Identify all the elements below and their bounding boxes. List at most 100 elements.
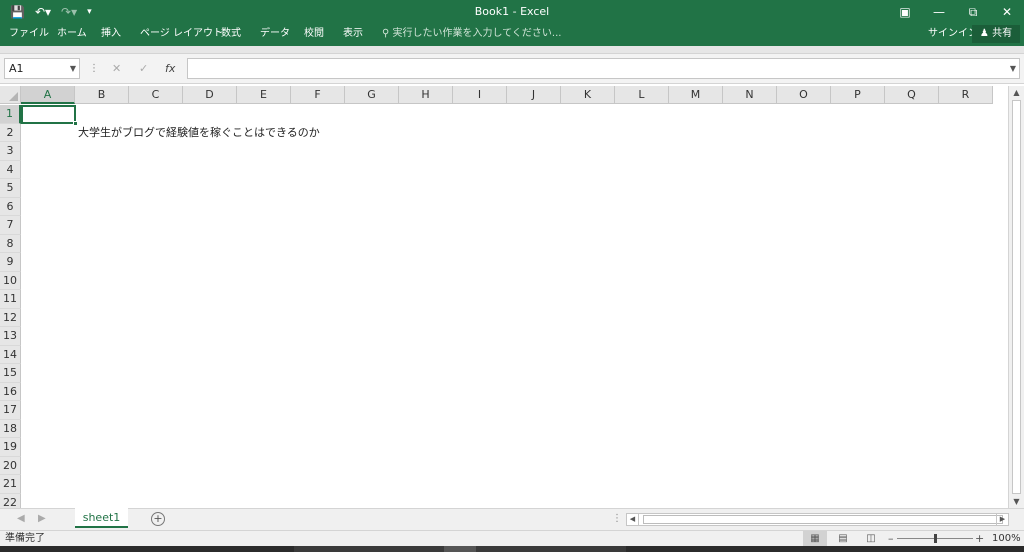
tab-review[interactable]: 校閲 <box>304 24 324 46</box>
active-cell[interactable] <box>21 105 78 126</box>
column-header-n[interactable]: N <box>723 86 777 104</box>
row-header-9[interactable]: 9 <box>0 253 21 272</box>
sheet-tab-sheet1[interactable]: sheet1 <box>75 508 128 528</box>
tab-home[interactable]: ホーム <box>57 24 87 46</box>
row-header-3[interactable]: 3 <box>0 142 21 161</box>
column-header-k[interactable]: K <box>561 86 615 104</box>
customize-qat-icon[interactable]: ▾ <box>87 3 92 21</box>
zoom-in-icon[interactable]: + <box>975 531 984 546</box>
row-header-19[interactable]: 19 <box>0 438 21 457</box>
restore-icon[interactable]: ⧉ <box>956 0 990 24</box>
ribbon-display-icon[interactable]: ▣ <box>888 0 922 24</box>
prev-sheet-icon[interactable]: ◀ <box>17 509 25 529</box>
zoom-level[interactable]: 100% <box>992 531 1021 546</box>
scroll-left-icon[interactable]: ◀ <box>627 514 639 525</box>
row-header-1[interactable]: 1 <box>0 105 21 124</box>
scroll-right-icon[interactable]: ▶ <box>996 514 1008 525</box>
tab-file[interactable]: ファイル <box>9 24 49 46</box>
tab-page-layout[interactable]: ページ レイアウト <box>140 24 223 46</box>
scroll-down-icon[interactable]: ▼ <box>1009 497 1024 506</box>
tab-formulas[interactable]: 数式 <box>221 24 241 46</box>
row-header-4[interactable]: 4 <box>0 160 21 179</box>
vertical-scroll-thumb[interactable] <box>1012 100 1021 494</box>
cell-b2[interactable]: 大学生がブログで経験値を稼ぐことはできるのか <box>78 124 320 142</box>
next-sheet-icon[interactable]: ▶ <box>38 509 46 529</box>
row-header-2[interactable]: 2 <box>0 123 21 142</box>
column-header-q[interactable]: Q <box>885 86 939 104</box>
row-header-5[interactable]: 5 <box>0 179 21 198</box>
row-header-15[interactable]: 15 <box>0 364 21 383</box>
row-header-6[interactable]: 6 <box>0 197 21 216</box>
column-header-l[interactable]: L <box>615 86 669 104</box>
name-box[interactable]: A1 ▼ <box>4 58 80 79</box>
column-header-j[interactable]: J <box>507 86 561 104</box>
row-header-7[interactable]: 7 <box>0 216 21 235</box>
minimize-icon[interactable]: — <box>922 0 956 24</box>
zoom-slider-thumb[interactable] <box>934 534 937 543</box>
row-header-20[interactable]: 20 <box>0 456 21 475</box>
normal-view-icon[interactable]: ▦ <box>803 531 827 546</box>
formula-input[interactable]: ▼ <box>187 58 1020 79</box>
taskbar-strip <box>0 546 1024 552</box>
select-all-button[interactable] <box>0 86 21 104</box>
scroll-up-icon[interactable]: ▲ <box>1009 88 1024 97</box>
share-button[interactable]: ♟ 共有 <box>972 25 1020 43</box>
tell-me-placeholder: 実行したい作業を入力してください... <box>392 28 562 39</box>
row-header-8[interactable]: 8 <box>0 234 21 253</box>
row-header-10[interactable]: 10 <box>0 271 21 290</box>
tab-insert[interactable]: 挿入 <box>101 24 121 46</box>
status-text: 準備完了 <box>5 533 45 544</box>
column-header-p[interactable]: P <box>831 86 885 104</box>
quick-access-toolbar: 💾 ↶▾ ↷▾ ▾ <box>10 3 92 21</box>
row-header-16[interactable]: 16 <box>0 382 21 401</box>
column-header-c[interactable]: C <box>129 86 183 104</box>
column-header-h[interactable]: H <box>399 86 453 104</box>
close-icon[interactable]: ✕ <box>990 0 1024 24</box>
sheet-tab-bar: ◀ ▶ sheet1 + ⋮ ◀ ▶ <box>0 508 1024 530</box>
fill-handle[interactable] <box>73 121 78 126</box>
insert-function-icon[interactable]: fx <box>165 59 175 78</box>
horizontal-scroll-thumb[interactable] <box>643 515 1003 524</box>
expand-formula-icon[interactable]: ▼ <box>1010 59 1016 78</box>
column-header-e[interactable]: E <box>237 86 291 104</box>
cancel-icon[interactable]: ✕ <box>112 59 121 78</box>
name-box-value: A1 <box>9 62 24 75</box>
column-header-b[interactable]: B <box>75 86 129 104</box>
tab-view[interactable]: 表示 <box>343 24 363 46</box>
tab-data[interactable]: データ <box>260 24 290 46</box>
row-header-21[interactable]: 21 <box>0 475 21 494</box>
horizontal-scrollbar[interactable]: ◀ ▶ <box>626 513 1009 526</box>
column-header-d[interactable]: D <box>183 86 237 104</box>
row-header-14[interactable]: 14 <box>0 345 21 364</box>
undo-icon[interactable]: ↶▾ <box>35 3 51 21</box>
column-header-m[interactable]: M <box>669 86 723 104</box>
row-header-17[interactable]: 17 <box>0 401 21 420</box>
row-header-22[interactable]: 22 <box>0 493 21 508</box>
person-icon: ♟ <box>979 28 989 39</box>
vertical-scrollbar[interactable]: ▲ ▼ <box>1008 86 1024 508</box>
row-header-12[interactable]: 12 <box>0 308 21 327</box>
column-header-a[interactable]: A <box>21 86 75 104</box>
page-break-view-icon[interactable]: ◫ <box>859 531 883 546</box>
tab-splitter-icon[interactable]: ⋮ <box>612 509 622 529</box>
worksheet-grid[interactable]: ABCDEFGHIJKLMNOPQR 1 2 3 4 5 6 7 8 9 10 11 12 13 14 15… <box>0 86 1024 508</box>
save-icon[interactable]: 💾 <box>10 3 25 21</box>
column-header-i[interactable]: I <box>453 86 507 104</box>
column-header-r[interactable]: R <box>939 86 993 104</box>
enter-icon[interactable]: ✓ <box>139 59 148 78</box>
redo-icon[interactable]: ↷▾ <box>61 3 77 21</box>
zoom-out-icon[interactable]: – <box>888 531 894 546</box>
add-sheet-icon[interactable]: + <box>151 512 165 526</box>
splitter-icon[interactable]: ⋮ <box>89 59 99 78</box>
ribbon-tabs: ファイル ホーム 挿入 ページ レイアウト 数式 データ 校閲 表示 ⚲ 実行し… <box>0 24 1024 46</box>
column-header-o[interactable]: O <box>777 86 831 104</box>
row-header-13[interactable]: 13 <box>0 327 21 346</box>
signin-link[interactable]: サインイン <box>928 24 978 44</box>
row-header-18[interactable]: 18 <box>0 419 21 438</box>
column-header-g[interactable]: G <box>345 86 399 104</box>
page-layout-view-icon[interactable]: ▤ <box>831 531 855 546</box>
tell-me-box[interactable]: ⚲ 実行したい作業を入力してください... <box>382 24 561 46</box>
chevron-down-icon[interactable]: ▼ <box>70 59 76 78</box>
column-header-f[interactable]: F <box>291 86 345 104</box>
row-header-11[interactable]: 11 <box>0 290 21 309</box>
